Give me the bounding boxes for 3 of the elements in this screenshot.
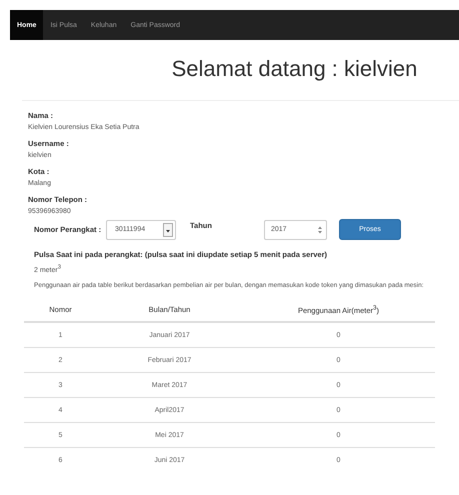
page-title: Selamat datang : kielvien [170,56,418,82]
caret-icon [163,222,173,236]
spinner-icon [317,224,323,234]
